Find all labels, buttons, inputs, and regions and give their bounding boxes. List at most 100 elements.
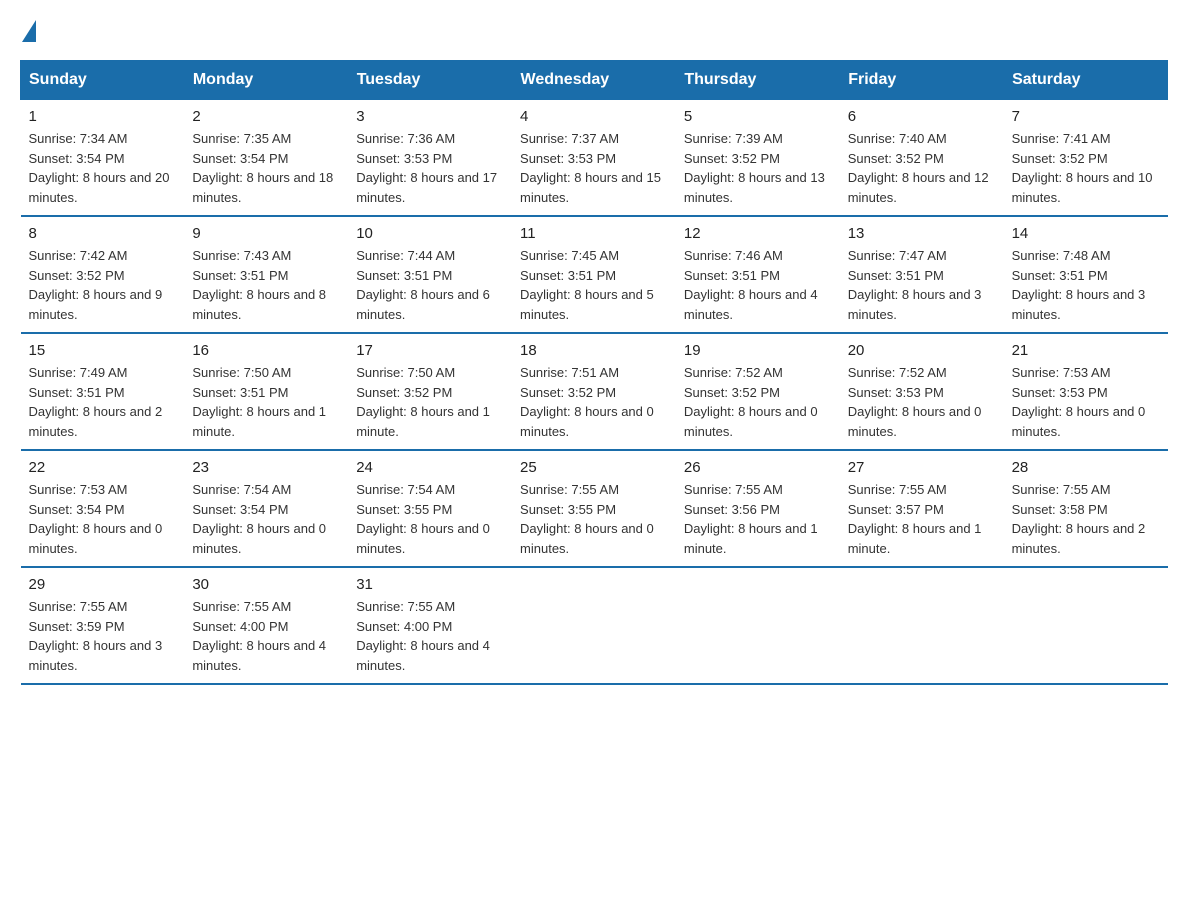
day-number: 22 xyxy=(29,459,177,476)
day-info: Sunrise: 7:50 AMSunset: 3:52 PMDaylight:… xyxy=(356,363,504,441)
calendar-cell: 4 Sunrise: 7:37 AMSunset: 3:53 PMDaylight… xyxy=(512,100,676,217)
calendar-cell: 27Sunrise: 7:55 AMSunset: 3:57 PMDayligh… xyxy=(840,450,1004,567)
header-saturday: Saturday xyxy=(1004,61,1168,100)
day-info: Sunrise: 7:40 AMSunset: 3:52 PMDaylight:… xyxy=(848,129,996,207)
day-number: 18 xyxy=(520,342,668,359)
header-tuesday: Tuesday xyxy=(348,61,512,100)
day-info: Sunrise: 7:53 AMSunset: 3:53 PMDaylight:… xyxy=(1012,363,1160,441)
day-info: Sunrise: 7:51 AMSunset: 3:52 PMDaylight:… xyxy=(520,363,668,441)
header-monday: Monday xyxy=(184,61,348,100)
day-number: 14 xyxy=(1012,225,1160,242)
header-wednesday: Wednesday xyxy=(512,61,676,100)
day-info: Sunrise: 7:46 AMSunset: 3:51 PMDaylight:… xyxy=(684,246,832,324)
day-info: Sunrise: 7:53 AMSunset: 3:54 PMDaylight:… xyxy=(29,480,177,558)
calendar-cell: 31 Sunrise: 7:55 AMSunset: 4:00 PMDayligh… xyxy=(348,567,512,684)
weekday-header-row: Sunday Monday Tuesday Wednesday Thursday… xyxy=(21,61,1168,100)
day-info: Sunrise: 7:55 AMSunset: 4:00 PMDaylight:… xyxy=(356,597,504,675)
day-number: 26 xyxy=(684,459,832,476)
calendar-cell: 19Sunrise: 7:52 AMSunset: 3:52 PMDayligh… xyxy=(676,333,840,450)
day-info: Sunrise: 7:44 AMSunset: 3:51 PMDaylight:… xyxy=(356,246,504,324)
day-info: Sunrise: 7:45 AMSunset: 3:51 PMDaylight:… xyxy=(520,246,668,324)
day-info: Sunrise: 7:52 AMSunset: 3:53 PMDaylight:… xyxy=(848,363,996,441)
calendar-cell: 6 Sunrise: 7:40 AMSunset: 3:52 PMDaylight… xyxy=(840,100,1004,217)
calendar-cell: 13 Sunrise: 7:47 AMSunset: 3:51 PMDayligh… xyxy=(840,216,1004,333)
day-number: 2 xyxy=(192,108,340,125)
day-info: Sunrise: 7:43 AMSunset: 3:51 PMDaylight:… xyxy=(192,246,340,324)
calendar-cell xyxy=(512,567,676,684)
calendar-cell: 12 Sunrise: 7:46 AMSunset: 3:51 PMDayligh… xyxy=(676,216,840,333)
day-info: Sunrise: 7:36 AMSunset: 3:53 PMDaylight:… xyxy=(356,129,504,207)
day-number: 16 xyxy=(192,342,340,359)
day-info: Sunrise: 7:50 AMSunset: 3:51 PMDaylight:… xyxy=(192,363,340,441)
day-info: Sunrise: 7:47 AMSunset: 3:51 PMDaylight:… xyxy=(848,246,996,324)
day-info: Sunrise: 7:37 AMSunset: 3:53 PMDaylight:… xyxy=(520,129,668,207)
calendar-cell: 7Sunrise: 7:41 AMSunset: 3:52 PMDaylight… xyxy=(1004,100,1168,217)
day-number: 3 xyxy=(356,108,504,125)
day-number: 15 xyxy=(29,342,177,359)
day-info: Sunrise: 7:35 AMSunset: 3:54 PMDaylight:… xyxy=(192,129,340,207)
logo xyxy=(20,20,36,40)
calendar-cell: 26 Sunrise: 7:55 AMSunset: 3:56 PMDayligh… xyxy=(676,450,840,567)
day-info: Sunrise: 7:55 AMSunset: 3:55 PMDaylight:… xyxy=(520,480,668,558)
logo-triangle-icon xyxy=(22,20,36,42)
calendar-cell: 2 Sunrise: 7:35 AMSunset: 3:54 PMDaylight… xyxy=(184,100,348,217)
calendar-cell: 15Sunrise: 7:49 AMSunset: 3:51 PMDayligh… xyxy=(21,333,185,450)
header-friday: Friday xyxy=(840,61,1004,100)
calendar-cell: 24 Sunrise: 7:54 AMSunset: 3:55 PMDayligh… xyxy=(348,450,512,567)
day-info: Sunrise: 7:55 AMSunset: 3:58 PMDaylight:… xyxy=(1012,480,1160,558)
calendar-cell: 28Sunrise: 7:55 AMSunset: 3:58 PMDayligh… xyxy=(1004,450,1168,567)
day-number: 4 xyxy=(520,108,668,125)
day-number: 5 xyxy=(684,108,832,125)
day-info: Sunrise: 7:42 AMSunset: 3:52 PMDaylight:… xyxy=(29,246,177,324)
day-number: 8 xyxy=(29,225,177,242)
calendar-cell: 17 Sunrise: 7:50 AMSunset: 3:52 PMDayligh… xyxy=(348,333,512,450)
day-number: 25 xyxy=(520,459,668,476)
calendar-week-row: 29 Sunrise: 7:55 AMSunset: 3:59 PMDayligh… xyxy=(21,567,1168,684)
day-info: Sunrise: 7:54 AMSunset: 3:55 PMDaylight:… xyxy=(356,480,504,558)
day-number: 30 xyxy=(192,576,340,593)
calendar-cell: 8 Sunrise: 7:42 AMSunset: 3:52 PMDaylight… xyxy=(21,216,185,333)
day-number: 9 xyxy=(192,225,340,242)
calendar-week-row: 1Sunrise: 7:34 AMSunset: 3:54 PMDaylight… xyxy=(21,100,1168,217)
day-number: 10 xyxy=(356,225,504,242)
calendar-cell: 22 Sunrise: 7:53 AMSunset: 3:54 PMDayligh… xyxy=(21,450,185,567)
day-info: Sunrise: 7:55 AMSunset: 3:56 PMDaylight:… xyxy=(684,480,832,558)
day-info: Sunrise: 7:55 AMSunset: 3:59 PMDaylight:… xyxy=(29,597,177,675)
day-number: 6 xyxy=(848,108,996,125)
day-number: 12 xyxy=(684,225,832,242)
header-thursday: Thursday xyxy=(676,61,840,100)
calendar-header: Sunday Monday Tuesday Wednesday Thursday… xyxy=(21,61,1168,100)
day-number: 7 xyxy=(1012,108,1160,125)
day-info: Sunrise: 7:55 AMSunset: 3:57 PMDaylight:… xyxy=(848,480,996,558)
calendar-cell: 3 Sunrise: 7:36 AMSunset: 3:53 PMDaylight… xyxy=(348,100,512,217)
day-number: 17 xyxy=(356,342,504,359)
header-sunday: Sunday xyxy=(21,61,185,100)
day-number: 11 xyxy=(520,225,668,242)
day-number: 29 xyxy=(29,576,177,593)
calendar-cell: 5Sunrise: 7:39 AMSunset: 3:52 PMDaylight… xyxy=(676,100,840,217)
day-info: Sunrise: 7:52 AMSunset: 3:52 PMDaylight:… xyxy=(684,363,832,441)
calendar-cell: 21 Sunrise: 7:53 AMSunset: 3:53 PMDayligh… xyxy=(1004,333,1168,450)
calendar-cell: 23 Sunrise: 7:54 AMSunset: 3:54 PMDayligh… xyxy=(184,450,348,567)
calendar-cell: 20 Sunrise: 7:52 AMSunset: 3:53 PMDayligh… xyxy=(840,333,1004,450)
day-number: 13 xyxy=(848,225,996,242)
calendar-cell: 29 Sunrise: 7:55 AMSunset: 3:59 PMDayligh… xyxy=(21,567,185,684)
calendar-week-row: 15Sunrise: 7:49 AMSunset: 3:51 PMDayligh… xyxy=(21,333,1168,450)
calendar-body: 1Sunrise: 7:34 AMSunset: 3:54 PMDaylight… xyxy=(21,100,1168,685)
day-info: Sunrise: 7:55 AMSunset: 4:00 PMDaylight:… xyxy=(192,597,340,675)
calendar-cell xyxy=(676,567,840,684)
calendar-week-row: 8 Sunrise: 7:42 AMSunset: 3:52 PMDaylight… xyxy=(21,216,1168,333)
day-info: Sunrise: 7:48 AMSunset: 3:51 PMDaylight:… xyxy=(1012,246,1160,324)
calendar-cell: 10 Sunrise: 7:44 AMSunset: 3:51 PMDayligh… xyxy=(348,216,512,333)
day-number: 20 xyxy=(848,342,996,359)
day-info: Sunrise: 7:54 AMSunset: 3:54 PMDaylight:… xyxy=(192,480,340,558)
day-number: 21 xyxy=(1012,342,1160,359)
calendar-cell xyxy=(840,567,1004,684)
day-number: 23 xyxy=(192,459,340,476)
day-number: 31 xyxy=(356,576,504,593)
calendar-week-row: 22 Sunrise: 7:53 AMSunset: 3:54 PMDayligh… xyxy=(21,450,1168,567)
calendar-cell: 30 Sunrise: 7:55 AMSunset: 4:00 PMDayligh… xyxy=(184,567,348,684)
day-number: 24 xyxy=(356,459,504,476)
day-number: 1 xyxy=(29,108,177,125)
calendar-cell: 14 Sunrise: 7:48 AMSunset: 3:51 PMDayligh… xyxy=(1004,216,1168,333)
